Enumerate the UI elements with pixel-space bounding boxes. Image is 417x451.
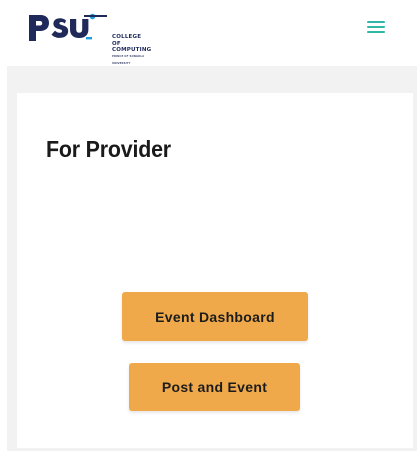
page-title: For Provider [46, 136, 171, 162]
event-dashboard-button[interactable]: Event Dashboard [122, 292, 308, 341]
logo-line-2: COMPUTING [112, 47, 152, 53]
hamburger-icon[interactable] [367, 19, 387, 35]
provider-card: For Provider Event Dashboard Post and Ev… [17, 93, 413, 448]
psu-college-of-computing-logo[interactable]: COLLEGE OF COMPUTING PRINCE OF SONGKLA U… [28, 11, 151, 65]
site-header: COLLEGE OF COMPUTING PRINCE OF SONGKLA U… [0, 0, 417, 66]
post-event-button[interactable]: Post and Event [129, 363, 300, 411]
logo-line-1: COLLEGE OF [112, 34, 142, 47]
logo-wordmark: COLLEGE OF COMPUTING PRINCE OF SONGKLA U… [112, 34, 151, 67]
